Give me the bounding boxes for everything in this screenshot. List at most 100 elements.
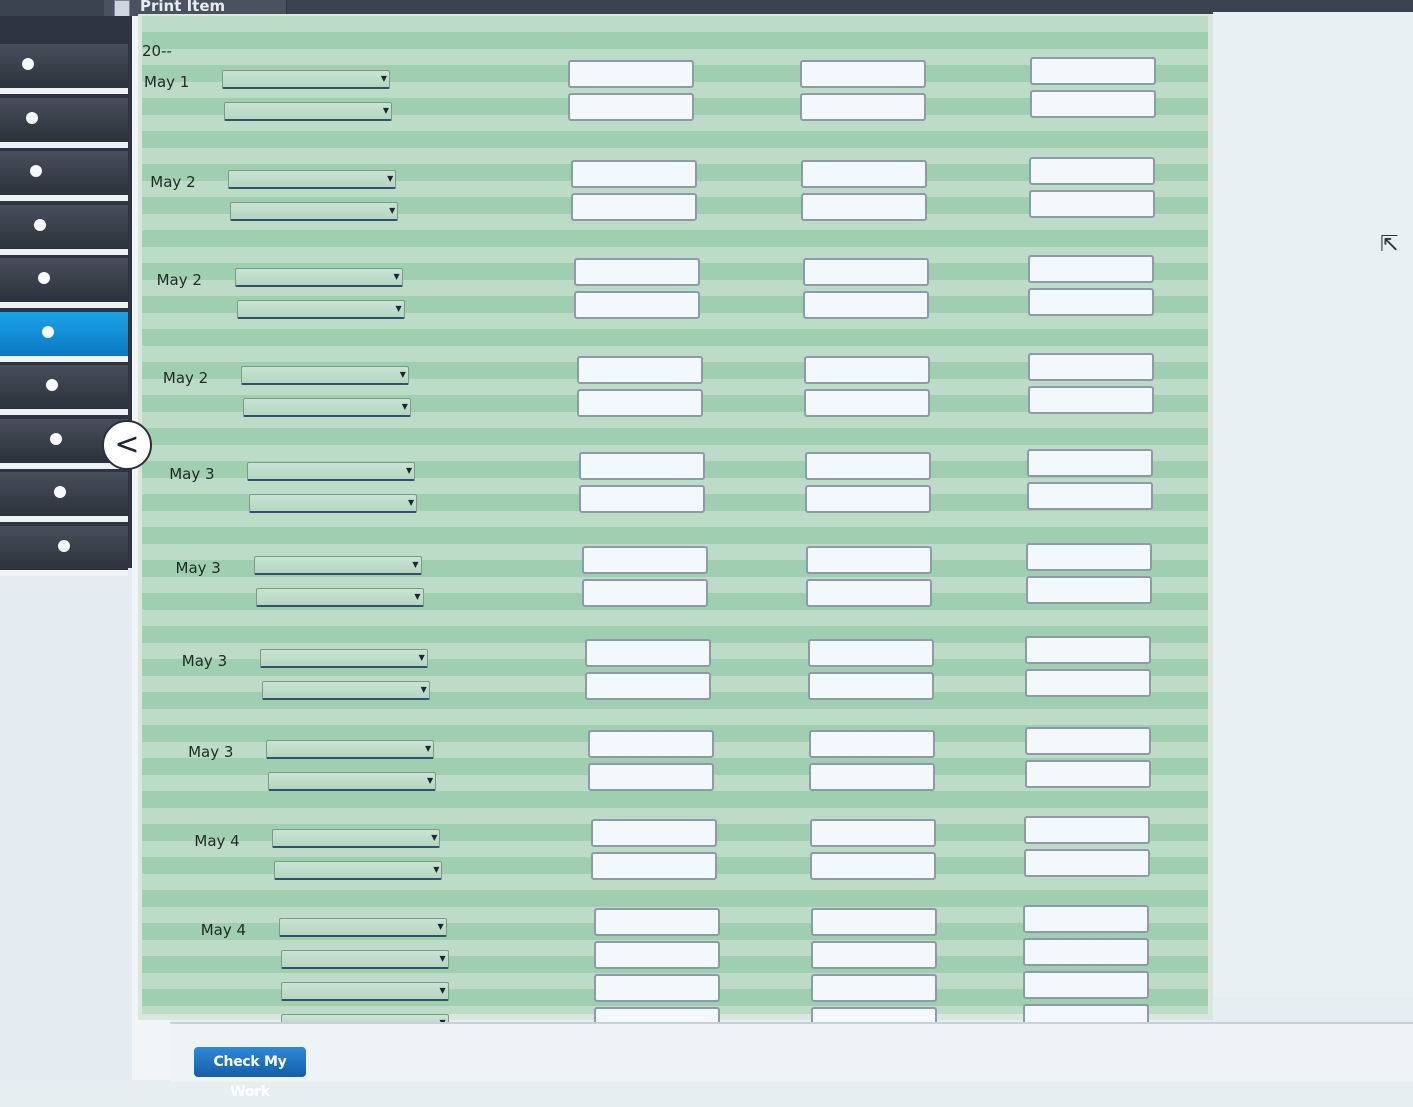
dropdown-caret-icon: ▼: [406, 466, 413, 475]
nav-step-9[interactable]: [0, 472, 128, 522]
account-select[interactable]: ▼: [234, 268, 403, 287]
credit-input[interactable]: [1028, 288, 1155, 316]
debit-input[interactable]: [805, 485, 932, 513]
debit-input[interactable]: [810, 852, 937, 880]
post-ref-input[interactable]: [593, 941, 720, 969]
check-my-work-button[interactable]: Check My Work: [194, 1047, 306, 1100]
account-select[interactable]: ▼: [224, 102, 392, 121]
debit-input[interactable]: [810, 819, 937, 847]
nav-step-7[interactable]: [0, 365, 128, 415]
post-ref-input[interactable]: [576, 389, 703, 417]
post-ref-input[interactable]: [585, 672, 711, 700]
credit-input[interactable]: [1030, 57, 1156, 85]
debit-input[interactable]: [800, 60, 926, 88]
account-select[interactable]: ▼: [230, 202, 399, 221]
debit-input[interactable]: [805, 452, 932, 480]
debit-input[interactable]: [803, 389, 930, 417]
credit-input[interactable]: [1029, 157, 1156, 185]
account-select[interactable]: ▼: [222, 70, 390, 89]
post-ref-input[interactable]: [593, 974, 720, 1002]
credit-input[interactable]: [1027, 353, 1154, 381]
step-dot-icon: [22, 58, 34, 70]
credit-input[interactable]: [1026, 576, 1153, 604]
dropdown-caret-icon: ▼: [395, 304, 402, 313]
credit-input[interactable]: [1026, 543, 1153, 571]
post-ref-input[interactable]: [579, 452, 706, 480]
debit-input[interactable]: [806, 579, 933, 607]
credit-input[interactable]: [1023, 849, 1150, 877]
post-ref-input[interactable]: [587, 763, 714, 791]
nav-step-4[interactable]: [0, 204, 128, 255]
account-select[interactable]: ▼: [242, 398, 411, 417]
credit-input[interactable]: [1030, 90, 1156, 118]
post-ref-input[interactable]: [579, 485, 706, 513]
debit-input[interactable]: [801, 193, 928, 221]
debit-input[interactable]: [811, 941, 938, 969]
credit-input[interactable]: [1023, 816, 1150, 844]
post-ref-input[interactable]: [582, 546, 709, 574]
post-ref-input[interactable]: [570, 160, 697, 188]
debit-input[interactable]: [803, 356, 930, 384]
post-ref-input[interactable]: [573, 291, 700, 319]
collapse-panel-button[interactable]: <: [102, 420, 152, 470]
post-ref-input[interactable]: [568, 60, 694, 88]
debit-input[interactable]: [807, 639, 934, 667]
credit-input[interactable]: [1024, 727, 1151, 755]
nav-step-5[interactable]: [0, 258, 128, 308]
account-select[interactable]: ▼: [266, 740, 435, 759]
post-ref-input[interactable]: [570, 193, 697, 221]
credit-input[interactable]: [1025, 636, 1152, 664]
debit-input[interactable]: [802, 258, 929, 286]
credit-input[interactable]: [1026, 449, 1153, 477]
debit-input[interactable]: [806, 546, 933, 574]
account-select[interactable]: ▼: [259, 649, 428, 668]
credit-input[interactable]: [1029, 190, 1156, 218]
account-select[interactable]: ▼: [268, 772, 437, 791]
post-ref-input[interactable]: [593, 908, 720, 936]
post-ref-input[interactable]: [568, 93, 694, 121]
credit-input[interactable]: [1025, 669, 1152, 697]
credit-input[interactable]: [1023, 971, 1150, 999]
account-select[interactable]: ▼: [272, 829, 441, 848]
post-ref-input[interactable]: [585, 639, 711, 667]
credit-input[interactable]: [1023, 938, 1150, 966]
debit-input[interactable]: [811, 974, 938, 1002]
account-select[interactable]: ▼: [255, 588, 424, 607]
debit-input[interactable]: [802, 291, 929, 319]
account-select[interactable]: ▼: [247, 462, 416, 481]
nav-step-10[interactable]: [0, 525, 128, 576]
post-ref-input[interactable]: [587, 730, 714, 758]
post-ref-input[interactable]: [576, 356, 703, 384]
debit-input[interactable]: [808, 730, 935, 758]
dropdown-caret-icon: ▼: [437, 922, 444, 931]
credit-input[interactable]: [1028, 255, 1155, 283]
account-select[interactable]: ▼: [280, 982, 449, 1001]
nav-step-6[interactable]: [0, 311, 128, 362]
account-select[interactable]: ▼: [253, 556, 422, 575]
debit-input[interactable]: [807, 672, 934, 700]
account-select[interactable]: ▼: [280, 950, 449, 969]
credit-input[interactable]: [1026, 482, 1153, 510]
debit-input[interactable]: [800, 93, 926, 121]
step-dot-icon: [38, 272, 50, 284]
account-select[interactable]: ▼: [240, 366, 409, 385]
nav-step-1[interactable]: [0, 44, 128, 94]
debit-input[interactable]: [808, 763, 935, 791]
account-select[interactable]: ▼: [274, 861, 443, 880]
nav-step-2[interactable]: [0, 97, 128, 148]
credit-input[interactable]: [1023, 905, 1150, 933]
debit-input[interactable]: [801, 160, 928, 188]
credit-input[interactable]: [1027, 386, 1154, 414]
account-select[interactable]: ▼: [236, 300, 405, 319]
debit-input[interactable]: [811, 908, 938, 936]
account-select[interactable]: ▼: [228, 170, 397, 189]
post-ref-input[interactable]: [590, 852, 717, 880]
post-ref-input[interactable]: [582, 579, 709, 607]
post-ref-input[interactable]: [573, 258, 700, 286]
account-select[interactable]: ▼: [249, 494, 418, 513]
account-select[interactable]: ▼: [261, 681, 430, 700]
post-ref-input[interactable]: [590, 819, 717, 847]
nav-step-3[interactable]: [0, 151, 128, 201]
credit-input[interactable]: [1024, 760, 1151, 788]
account-select[interactable]: ▼: [278, 918, 447, 937]
